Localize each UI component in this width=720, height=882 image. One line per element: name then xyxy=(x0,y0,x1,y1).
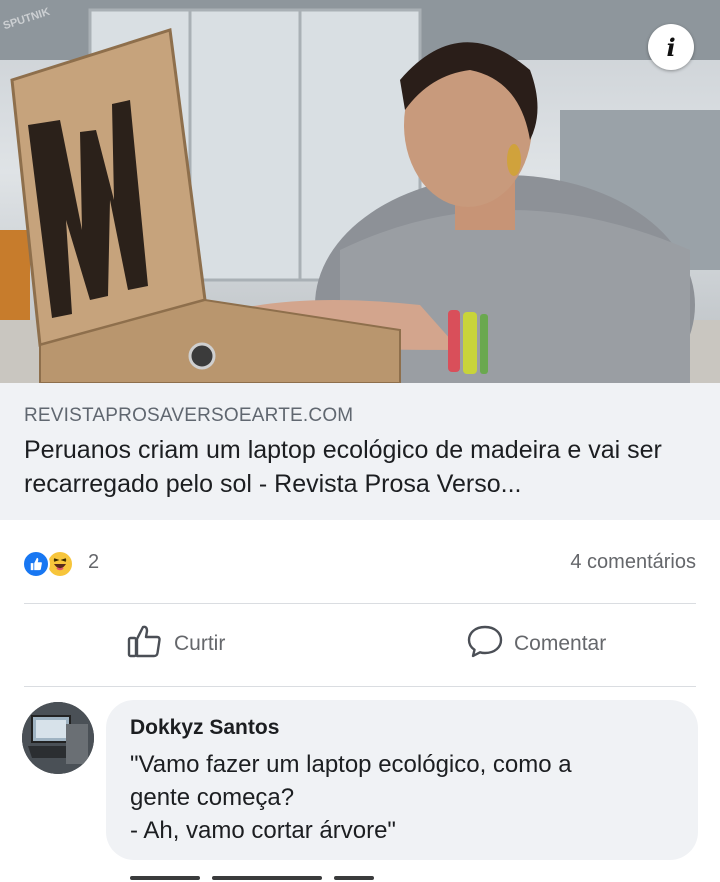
like-icon xyxy=(22,550,50,578)
action-bar: Curtir Comentar xyxy=(0,604,720,686)
like-button[interactable]: Curtir xyxy=(126,624,225,664)
comment-bubble-icon xyxy=(466,622,504,666)
haha-icon xyxy=(46,550,74,578)
link-title[interactable]: Peruanos criam um laptop ecológico de ma… xyxy=(24,433,704,501)
link-domain: REVISTAPROSAVERSOEARTE.COM xyxy=(24,405,354,426)
link-preview[interactable]: REVISTAPROSAVERSOEARTE.COM Peruanos cria… xyxy=(0,383,720,520)
comment-author[interactable]: Dokkyz Santos xyxy=(130,714,674,742)
post-image[interactable]: SPUTNIK i xyxy=(0,0,720,383)
comment-label: Comentar xyxy=(514,632,607,655)
post-photo xyxy=(0,0,720,383)
next-comment-peek xyxy=(130,868,690,882)
comment-bubble[interactable]: Dokkyz Santos "Vamo fazer um laptop ecol… xyxy=(106,700,698,860)
divider xyxy=(24,686,696,687)
commenter-avatar[interactable] xyxy=(22,702,94,774)
thumbs-up-icon xyxy=(126,622,164,666)
reaction-icons[interactable] xyxy=(22,550,82,578)
reactions-bar: 2 4 comentários xyxy=(0,540,720,586)
like-label: Curtir xyxy=(174,632,226,655)
comment-text: "Vamo fazer um laptop ecológico, como a … xyxy=(130,751,572,844)
comment-button[interactable]: Comentar xyxy=(466,624,606,664)
info-button[interactable]: i xyxy=(648,24,694,70)
reaction-count[interactable]: 2 xyxy=(88,551,99,574)
comment-count[interactable]: 4 comentários xyxy=(570,551,696,574)
